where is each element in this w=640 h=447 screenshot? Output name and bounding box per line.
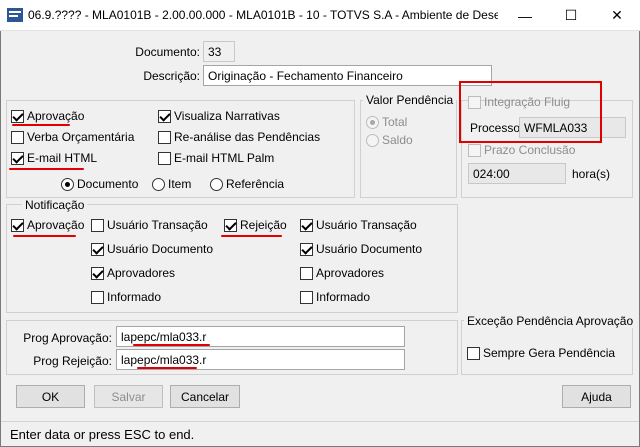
sempre-gera-option[interactable]: Sempre Gera Pendência [467, 346, 615, 360]
status-bar: Enter data or press ESC to end. [1, 421, 639, 446]
annotation-underline [9, 168, 84, 170]
email-palm-option-label: E-mail HTML Palm [174, 151, 275, 165]
option-label: Aprovadores [107, 266, 176, 280]
radio-item[interactable]: Item [152, 177, 191, 191]
annotation-underline [12, 124, 70, 126]
email-palm-checkbox[interactable] [158, 151, 171, 165]
saldo-radio[interactable] [366, 133, 379, 147]
notificacao-title: Notificação [22, 198, 88, 212]
email-html-option[interactable]: E-mail HTML [11, 151, 97, 165]
option-label: Usuário Transação [107, 218, 208, 232]
item-radio[interactable] [152, 177, 165, 191]
checkbox[interactable] [300, 290, 313, 304]
cancelar-button[interactable]: Cancelar [170, 385, 240, 408]
descricao-label: Descrição: [143, 69, 200, 83]
notif-aprov-usuario-transacao[interactable]: Usuário Transação [91, 218, 208, 232]
annotation-underline [137, 367, 197, 369]
email-palm-option[interactable]: E-mail HTML Palm [158, 151, 274, 165]
notif-rej-informado[interactable]: Informado [300, 290, 370, 304]
email-html-checkbox[interactable] [11, 151, 24, 165]
notif-rej-usuario-documento[interactable]: Usuário Documento [300, 242, 422, 256]
referencia-radio[interactable] [210, 177, 223, 191]
annotation-box [459, 81, 602, 143]
maximize-button[interactable]: ☐ [548, 0, 594, 31]
radio-referencia-label: Referência [226, 177, 285, 191]
window-title: 06.9.???? - MLA0101B - 2.00.00.000 - MLA… [28, 8, 498, 22]
checkbox[interactable] [300, 242, 313, 256]
total-radio[interactable] [366, 115, 379, 129]
radio-documento-label: Documento [77, 177, 139, 191]
documento-radio[interactable] [61, 177, 74, 191]
aprovacao-option-label: Aprovação [27, 109, 85, 123]
valor-pendencia-title: Valor Pendência [363, 93, 457, 107]
notif-aprov-aprovadores[interactable]: Aprovadores [91, 266, 175, 280]
option-label: Informado [316, 290, 371, 304]
notif-aprov-usuario-documento[interactable]: Usuário Documento [91, 242, 213, 256]
sempre-gera-label: Sempre Gera Pendência [483, 346, 616, 360]
app-icon [7, 8, 23, 22]
aprovacao-checkbox[interactable] [11, 109, 24, 123]
radio-documento[interactable]: Documento [61, 177, 138, 191]
option-label: Informado [107, 290, 162, 304]
verba-option-label: Verba Orçamentária [27, 130, 135, 144]
annotation-underline [133, 344, 210, 346]
close-button[interactable]: ✕ [594, 0, 640, 31]
notif-rejeicao-option[interactable]: Rejeição [224, 218, 287, 232]
verba-checkbox[interactable] [11, 130, 24, 144]
checkbox[interactable] [91, 242, 104, 256]
sempre-gera-checkbox[interactable] [467, 346, 480, 360]
verba-option[interactable]: Verba Orçamentária [11, 130, 134, 144]
option-label: Aprovadores [316, 266, 385, 280]
radio-saldo[interactable]: Saldo [366, 133, 413, 147]
radio-total[interactable]: Total [366, 115, 407, 129]
visualiza-checkbox[interactable] [158, 109, 171, 123]
option-label: Usuário Documento [107, 242, 214, 256]
reanalise-checkbox[interactable] [158, 130, 171, 144]
aprovacao-option[interactable]: Aprovação [11, 109, 84, 123]
descricao-field[interactable]: Originação - Fechamento Financeiro [203, 65, 492, 86]
prazo-conclusao-checkbox[interactable] [468, 143, 481, 157]
reanalise-option[interactable]: Re-análise das Pendências [158, 130, 320, 144]
notif-rej-aprovadores[interactable]: Aprovadores [300, 266, 384, 280]
visualiza-option-label: Visualiza Narrativas [174, 109, 280, 123]
notif-aprovacao-option[interactable]: Aprovação [11, 218, 84, 232]
checkbox[interactable] [91, 290, 104, 304]
documento-label: Documento: [135, 45, 200, 59]
checkbox[interactable] [300, 266, 313, 280]
excecao-title: Exceção Pendência Aprovação [464, 314, 637, 328]
annotation-underline [13, 235, 76, 237]
horas-label: hora(s) [572, 167, 611, 181]
salvar-button[interactable]: Salvar [94, 385, 163, 408]
radio-total-label: Total [382, 115, 408, 129]
radio-saldo-label: Saldo [382, 133, 413, 147]
reanalise-option-label: Re-análise das Pendências [174, 130, 321, 144]
email-html-option-label: E-mail HTML [27, 151, 98, 165]
prazo-conclusao-label: Prazo Conclusão [484, 143, 576, 157]
option-label: Usuário Documento [316, 242, 423, 256]
minimize-button[interactable]: — [502, 0, 548, 31]
documento-field[interactable]: 33 [203, 41, 235, 62]
visualiza-option[interactable]: Visualiza Narrativas [158, 109, 280, 123]
radio-item-label: Item [168, 177, 192, 191]
prog-aprovacao-label: Prog Aprovação: [23, 331, 112, 345]
prazo-field[interactable]: 024:00 [468, 163, 566, 184]
option-label: Usuário Transação [316, 218, 417, 232]
checkbox[interactable] [91, 218, 104, 232]
checkbox[interactable] [91, 266, 104, 280]
notif-rejeicao-checkbox[interactable] [224, 218, 237, 232]
notif-aprovacao-checkbox[interactable] [11, 218, 24, 232]
notif-aprov-informado[interactable]: Informado [91, 290, 161, 304]
ajuda-button[interactable]: Ajuda [562, 385, 631, 408]
prazo-conclusao-option[interactable]: Prazo Conclusão [468, 143, 575, 157]
annotation-underline [221, 235, 282, 237]
radio-referencia[interactable]: Referência [210, 177, 284, 191]
notif-rejeicao-label: Rejeição [240, 218, 287, 232]
checkbox[interactable] [300, 218, 313, 232]
notif-aprovacao-label: Aprovação [27, 218, 85, 232]
prog-rejeicao-label: Prog Rejeição: [33, 354, 112, 368]
ok-button[interactable]: OK [16, 385, 85, 408]
notif-rej-usuario-transacao[interactable]: Usuário Transação [300, 218, 417, 232]
